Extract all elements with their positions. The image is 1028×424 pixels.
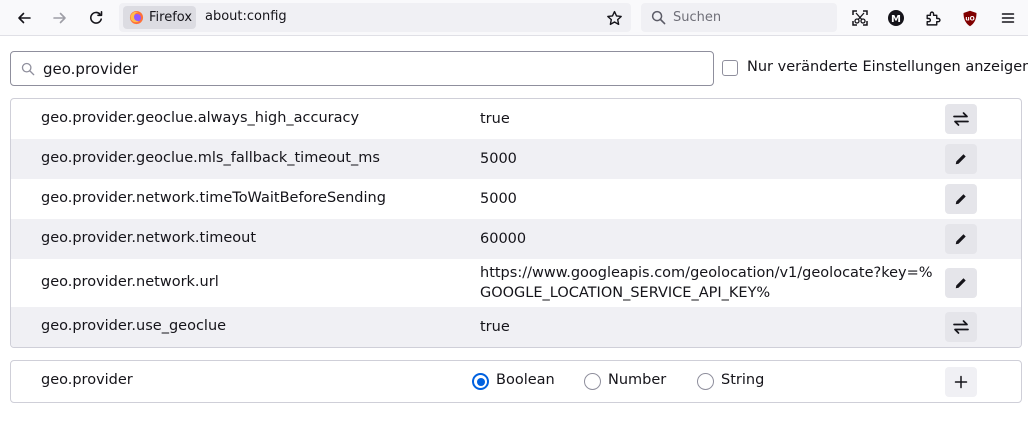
type-radio-string[interactable] (697, 373, 714, 390)
reload-icon (90, 11, 103, 24)
edit-button[interactable] (945, 268, 977, 298)
pref-value[interactable]: https://www.googleapis.com/geolocation/v… (480, 263, 940, 303)
pref-search-input[interactable]: geo.provider (10, 51, 714, 86)
svg-text:M: M (891, 14, 901, 25)
bookmark-star-button[interactable] (603, 7, 625, 29)
identity-label: Firefox (149, 10, 193, 25)
pref-value[interactable]: true (480, 109, 940, 129)
toggle-button[interactable] (945, 312, 977, 342)
pref-row: geo.provider.geoclue.mls_fallback_timeou… (11, 139, 1021, 179)
pref-value[interactable]: 60000 (480, 229, 940, 249)
pref-name: geo.provider.geoclue.mls_fallback_timeou… (41, 150, 380, 166)
pref-search-value[interactable]: geo.provider (43, 60, 138, 78)
pref-name: geo.provider.network.timeout (41, 230, 257, 246)
prefs-table: geo.provider.geoclue.always_high_accurac… (10, 98, 1022, 348)
search-bar[interactable]: Suchen (641, 3, 837, 32)
add-pref-row: geo.provider Boolean Number String (10, 360, 1022, 403)
modified-only-label[interactable]: Nur veränderte Einstellungen anzeigen (747, 59, 1028, 75)
identity-box[interactable]: Firefox (123, 6, 196, 29)
arrow-left-icon (18, 12, 31, 24)
browser-toolbar: Firefox about:config Suchen M uO (0, 0, 1028, 36)
pref-value[interactable]: 5000 (480, 149, 940, 169)
pref-value[interactable]: 5000 (480, 189, 940, 209)
forward-button[interactable] (45, 3, 75, 33)
pref-row: geo.provider.use_geoclue true (11, 307, 1021, 347)
svg-text:uO: uO (965, 15, 974, 22)
new-pref-name: geo.provider (41, 372, 133, 388)
firefox-logo-icon (129, 10, 144, 25)
pref-row: geo.provider.geoclue.always_high_accurac… (11, 99, 1021, 139)
arrow-right-icon (53, 12, 66, 24)
type-label-string[interactable]: String (721, 372, 764, 388)
edit-button[interactable] (945, 224, 977, 254)
pencil-icon (955, 234, 966, 245)
reload-button[interactable] (81, 3, 111, 33)
m-extension-icon: M (888, 10, 904, 26)
pencil-icon (955, 278, 966, 289)
hamburger-icon (1001, 13, 1015, 23)
m-extension-button[interactable]: M (881, 3, 911, 33)
type-radio-number[interactable] (584, 373, 601, 390)
toggle-button[interactable] (945, 104, 977, 134)
search-icon (651, 10, 666, 25)
pref-row: geo.provider.network.url https://www.goo… (11, 259, 1021, 307)
type-label-number[interactable]: Number (608, 372, 666, 388)
pencil-icon (955, 194, 966, 205)
edit-button[interactable] (945, 144, 977, 174)
search-placeholder: Suchen (673, 10, 722, 25)
edit-button[interactable] (945, 184, 977, 214)
type-label-boolean[interactable]: Boolean (496, 372, 555, 388)
star-icon (606, 10, 622, 25)
url-bar[interactable]: Firefox about:config (119, 3, 631, 32)
extensions-button[interactable] (917, 3, 947, 33)
toggle-arrows-icon (953, 320, 969, 334)
search-icon (21, 62, 35, 76)
pencil-icon (955, 154, 966, 165)
ublock-extension-button[interactable]: uO (955, 3, 985, 33)
type-radio-boolean[interactable] (472, 373, 489, 390)
plus-icon (954, 375, 968, 389)
toggle-arrows-icon (953, 112, 969, 126)
pref-value[interactable]: true (480, 317, 940, 337)
pref-row: geo.provider.network.timeout 60000 (11, 219, 1021, 259)
add-pref-button[interactable] (945, 367, 977, 397)
ublock-icon: uO (963, 10, 977, 26)
app-menu-button[interactable] (993, 3, 1023, 33)
modified-only-checkbox[interactable] (722, 60, 738, 76)
pref-row: geo.provider.network.timeToWaitBeforeSen… (11, 179, 1021, 219)
pref-name: geo.provider.use_geoclue (41, 318, 227, 334)
pref-name: geo.provider.network.timeToWaitBeforeSen… (41, 190, 386, 206)
pref-name: geo.provider.network.url (41, 274, 219, 290)
pref-name: geo.provider.geoclue.always_high_accurac… (41, 110, 360, 126)
url-text[interactable]: about:config (205, 9, 287, 24)
screenshot-icon (852, 10, 868, 26)
puzzle-icon (925, 11, 941, 26)
back-button[interactable] (9, 3, 39, 33)
screenshot-extension-button[interactable] (845, 3, 875, 33)
